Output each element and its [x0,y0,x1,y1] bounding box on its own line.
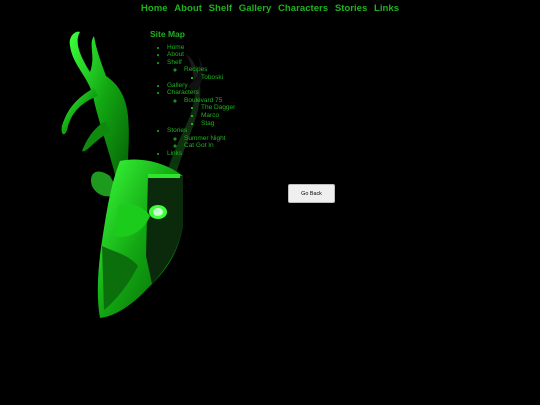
list-item: Home [167,44,235,52]
nav-characters-link[interactable]: Characters [278,3,328,14]
nav-home-link[interactable]: Home [141,3,168,14]
sitemap-marco-link[interactable]: Marco [201,112,219,119]
list-item: Boulevard 75 The Dagger Marco Stag [184,97,235,127]
sitemap-links-link[interactable]: Links [167,150,182,157]
list-item: The Dagger [201,104,235,112]
sitemap-recipes-link[interactable]: Recipes [184,66,207,73]
list-item: Links [167,150,235,158]
site-map-title: Site Map [150,29,185,39]
list-item: Shelf Recipes Toboski [167,59,235,82]
sitemap-stories-link[interactable]: Stories [167,127,187,134]
recipes-sublist: Toboski [184,74,235,82]
sitemap-summer-night-link[interactable]: Summer Night [184,135,226,142]
sitemap-cat-got-in-link[interactable]: Cat Got In [184,142,214,149]
sitemap-stag-link[interactable]: Stag [201,120,214,127]
list-item: Stag [201,120,235,128]
top-navigation: Home About Shelf Gallery Characters Stor… [0,0,540,18]
list-item: Marco [201,112,235,120]
list-item: Recipes Toboski [184,66,235,81]
site-map-list: Home About Shelf Recipes Toboski Gallery… [150,44,235,158]
sitemap-toboski-link[interactable]: Toboski [201,74,223,81]
nav-about-link[interactable]: About [174,3,202,14]
list-item: Toboski [201,74,235,82]
sitemap-dagger-link[interactable]: The Dagger [201,104,235,111]
list-item: Gallery [167,82,235,90]
sitemap-shelf-link[interactable]: Shelf [167,59,182,66]
characters-sublist: Boulevard 75 The Dagger Marco Stag [167,97,235,127]
boulevard-sublist: The Dagger Marco Stag [184,104,235,127]
site-map: Site Map Home About Shelf Recipes Tobosk… [150,29,235,158]
list-item: Cat Got In [184,142,235,150]
list-item: Characters Boulevard 75 The Dagger Marco… [167,89,235,127]
list-item: Summer Night [184,135,235,143]
shelf-sublist: Recipes Toboski [167,66,235,81]
nav-stories-link[interactable]: Stories [335,3,368,14]
nav-links-link[interactable]: Links [374,3,399,14]
stories-sublist: Summer Night Cat Got In [167,135,235,150]
list-item: Stories Summer Night Cat Got In [167,127,235,150]
nav-shelf-link[interactable]: Shelf [209,3,232,14]
sitemap-about-link[interactable]: About [167,51,184,58]
sitemap-boulevard-link[interactable]: Boulevard 75 [184,97,222,104]
go-back-button[interactable]: Go Back [288,184,335,203]
sitemap-characters-link[interactable]: Characters [167,89,199,96]
list-item: About [167,51,235,59]
sitemap-home-link[interactable]: Home [167,44,184,51]
nav-gallery-link[interactable]: Gallery [239,3,272,14]
sitemap-gallery-link[interactable]: Gallery [167,82,188,89]
